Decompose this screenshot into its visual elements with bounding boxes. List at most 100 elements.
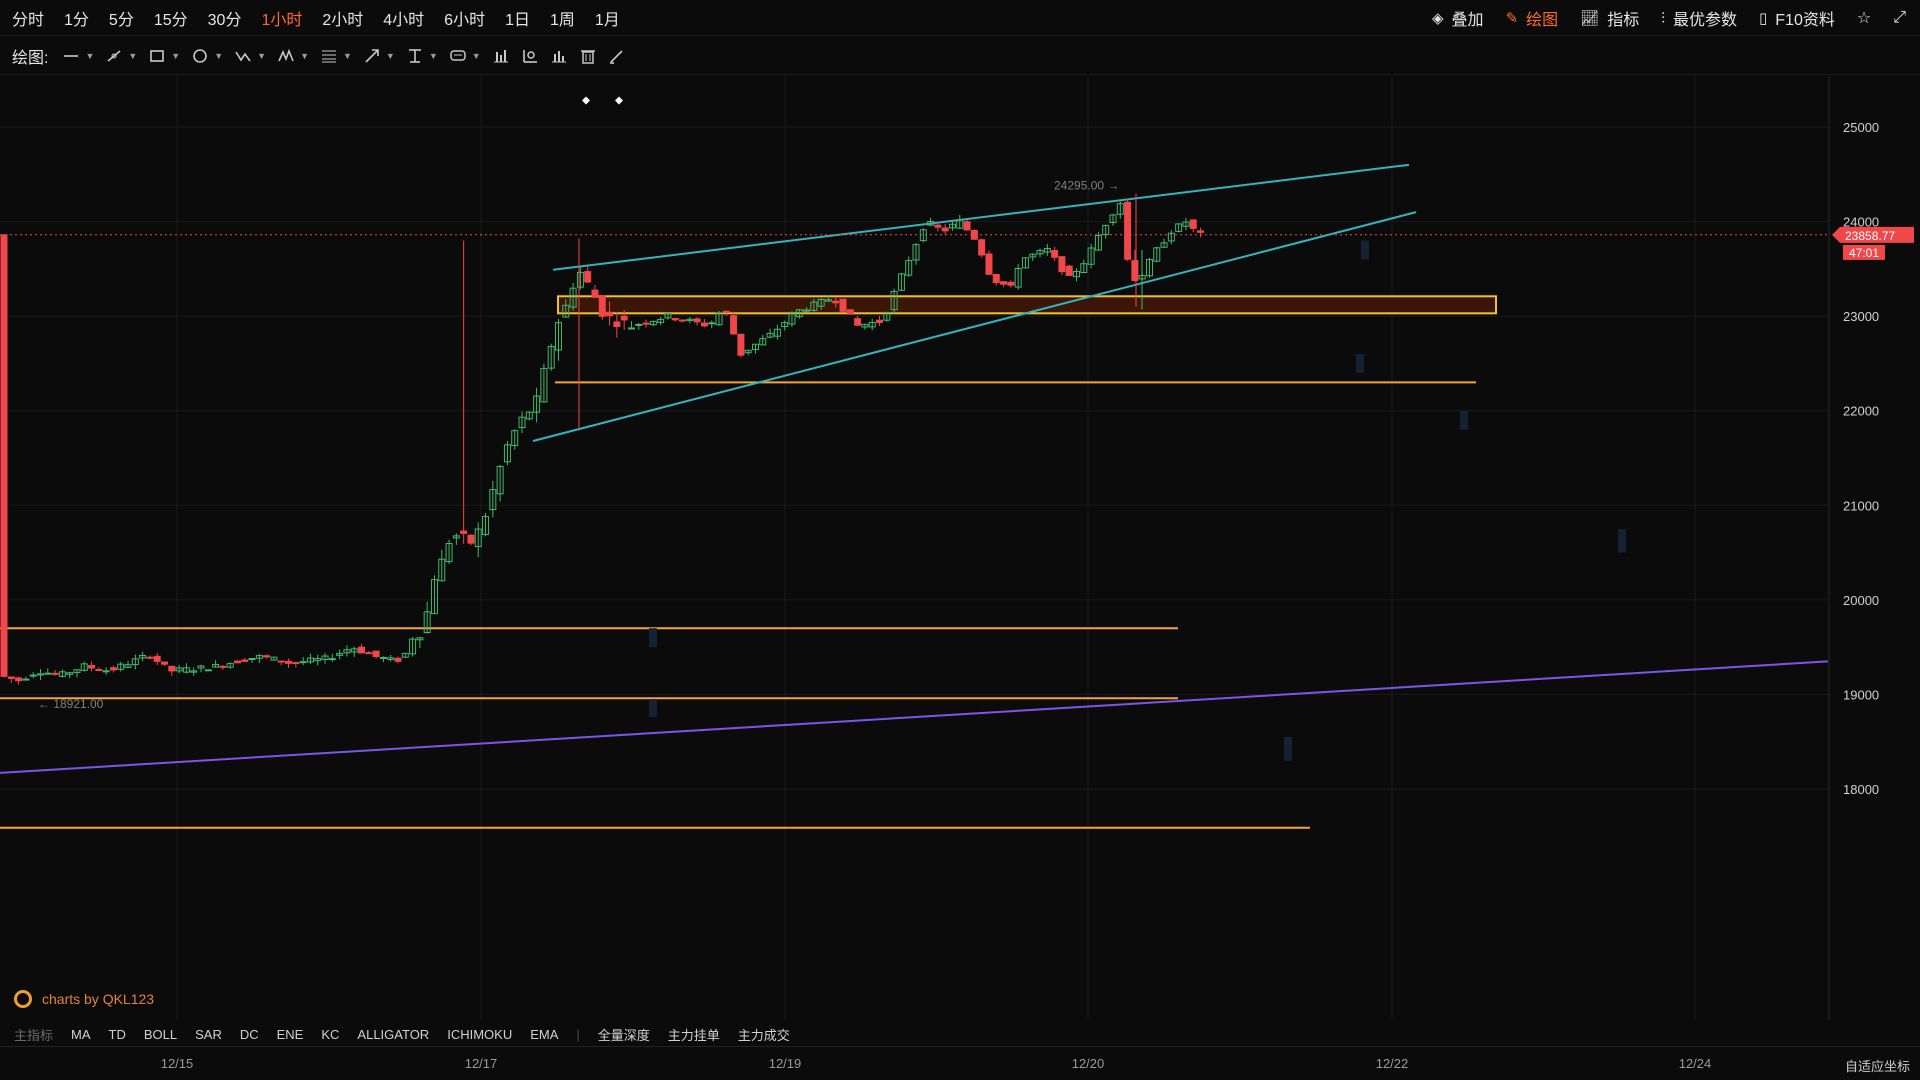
range-stat-tool[interactable] xyxy=(521,48,539,64)
indicator-item[interactable]: EMA xyxy=(530,1027,558,1042)
candle-body xyxy=(233,660,241,664)
drawing-label: 绘图: xyxy=(12,49,49,67)
pen-tool[interactable]: ▼ xyxy=(105,48,137,64)
period-tab[interactable]: 1小时 xyxy=(261,6,302,30)
indicator-item[interactable]: SAR xyxy=(195,1027,222,1042)
pattern-tool-icon xyxy=(278,48,294,61)
candle-body xyxy=(992,273,1000,284)
depth-item[interactable]: 全量深度 xyxy=(598,1025,650,1044)
period-tab[interactable]: 1分 xyxy=(64,6,89,30)
comment-tool[interactable]: ▼ xyxy=(449,48,481,64)
indicator-button[interactable]: 📈︎ 指标 xyxy=(1580,6,1639,30)
candle-body xyxy=(1131,260,1139,281)
fullscreen-button[interactable]: ⤢ xyxy=(1893,9,1906,27)
delete-tool[interactable] xyxy=(579,48,597,64)
price-tick-label: 23000 xyxy=(1843,309,1879,324)
period-tab[interactable]: 1周 xyxy=(550,6,575,30)
indicator-separator: | xyxy=(576,1026,580,1042)
best-params-button[interactable]: ⫶ 最优参数 xyxy=(1661,6,1737,30)
period-tab[interactable]: 分时 xyxy=(12,6,44,30)
indicator-item[interactable]: KC xyxy=(321,1027,339,1042)
arrow-tool[interactable]: ▼ xyxy=(363,48,395,64)
time-axis: 自适应坐标 12/15 12/17 12/19 12/20 12/22 12/24 xyxy=(0,1046,1920,1080)
measure-tool-icon xyxy=(408,48,421,63)
draw-label: 绘图 xyxy=(1526,12,1559,29)
candle-body xyxy=(467,534,475,544)
high-annotation: 24295.00 → xyxy=(1054,179,1119,193)
depth-item[interactable]: 主力挂单 xyxy=(668,1025,720,1044)
candle-body xyxy=(584,271,592,283)
depth-item[interactable]: 主力成交 xyxy=(738,1025,790,1044)
time-tick-label: 12/22 xyxy=(1375,1056,1409,1071)
star-icon: ☆ xyxy=(1856,10,1872,27)
period-tab[interactable]: 4小时 xyxy=(383,6,424,30)
right-toolbar: ◈ 叠加 ✎ 绘图 📈︎ 指标 ⫶ 最优参数 ▯ F10资料 ☆ ⤢ xyxy=(1410,0,1906,36)
time-tick-label: 12/19 xyxy=(768,1056,802,1071)
line-tool-icon xyxy=(64,54,79,57)
pattern-tool[interactable]: ▼ xyxy=(277,48,309,64)
candle-body xyxy=(708,322,716,325)
candle-body xyxy=(635,323,643,326)
indicator-item[interactable]: ICHIMOKU xyxy=(447,1027,512,1042)
fullscreen-icon: ⤢ xyxy=(1893,9,1906,26)
indicator-bar: 主指标 MA TD BOLL SAR DC ENE KC ALLIGATOR ICHIMOKU EM… xyxy=(0,1022,1828,1046)
candle-body xyxy=(372,650,380,658)
candle-body xyxy=(679,319,687,322)
marker-diamond xyxy=(582,96,590,105)
candle-body xyxy=(963,221,971,231)
candle-body xyxy=(970,229,978,240)
candle-body xyxy=(379,656,387,659)
candlestick-chart[interactable]: 24295.00 → ← 18921.00 2500024000230002200… xyxy=(0,76,1920,1020)
indicator-item[interactable]: ALLIGATOR xyxy=(357,1027,429,1042)
indicator-item[interactable]: TD xyxy=(109,1027,126,1042)
price-tick-label: 21000 xyxy=(1843,498,1879,513)
candle-body xyxy=(693,318,701,323)
auto-coordinate-button[interactable]: 自适应坐标 xyxy=(1845,1056,1910,1075)
comment-tool-icon xyxy=(450,49,466,61)
indicator-item[interactable]: MA xyxy=(71,1027,91,1042)
pencil-icon: ✎ xyxy=(1505,10,1519,27)
period-tab[interactable]: 1日 xyxy=(505,6,530,30)
volume-stat-tool[interactable] xyxy=(550,48,568,64)
depth-bar xyxy=(1460,410,1468,430)
period-tab[interactable]: 6小时 xyxy=(444,6,485,30)
period-tab[interactable]: 30分 xyxy=(208,6,242,30)
ellipse-tool[interactable]: ▼ xyxy=(191,48,223,64)
indicator-item[interactable]: BOLL xyxy=(144,1027,177,1042)
bars-stat-tool[interactable] xyxy=(492,48,510,64)
f10-button[interactable]: ▯ F10资料 xyxy=(1759,6,1835,30)
support-zone-box xyxy=(557,295,1497,315)
depth-bar xyxy=(649,699,657,718)
period-tab[interactable]: 5分 xyxy=(109,6,134,30)
depth-bar xyxy=(1618,528,1626,553)
line-tool[interactable]: ▼ xyxy=(62,48,94,64)
bars-stat-icon xyxy=(493,49,508,62)
draw-button[interactable]: ✎ 绘图 xyxy=(1506,6,1559,30)
indicator-item[interactable]: DC xyxy=(240,1027,259,1042)
candle-body xyxy=(299,661,307,664)
overlay-button[interactable]: ◈ 叠加 xyxy=(1432,6,1484,30)
candle-body xyxy=(328,658,336,661)
price-axis: 2500024000230002200021000200001900018000… xyxy=(1832,120,1914,797)
measure-tool[interactable]: ▼ xyxy=(406,48,438,64)
period-tab[interactable]: 1月 xyxy=(595,6,620,30)
rect-tool[interactable]: ▼ xyxy=(148,48,180,64)
candle-body xyxy=(1000,281,1008,285)
candle-body xyxy=(358,646,366,654)
rect-tool-icon xyxy=(150,49,165,62)
wave-tool[interactable]: ▼ xyxy=(234,48,266,64)
price-tick-label: 25000 xyxy=(1843,120,1879,135)
period-tab[interactable]: 15分 xyxy=(154,6,188,30)
period-tab[interactable]: 2小时 xyxy=(322,6,363,30)
delete-icon xyxy=(580,49,595,64)
low-annotation: ← 18921.00 xyxy=(38,697,104,711)
candle-body xyxy=(876,319,884,323)
favorite-button[interactable]: ☆ xyxy=(1857,8,1871,28)
arrow-tool-icon xyxy=(365,48,379,63)
time-tick-label: 12/24 xyxy=(1678,1056,1712,1071)
brush-tool[interactable] xyxy=(608,48,626,64)
fib-tool[interactable]: ▼ xyxy=(320,48,352,64)
candle-body xyxy=(598,295,606,317)
candle-body xyxy=(95,669,103,672)
indicator-item[interactable]: ENE xyxy=(277,1027,304,1042)
